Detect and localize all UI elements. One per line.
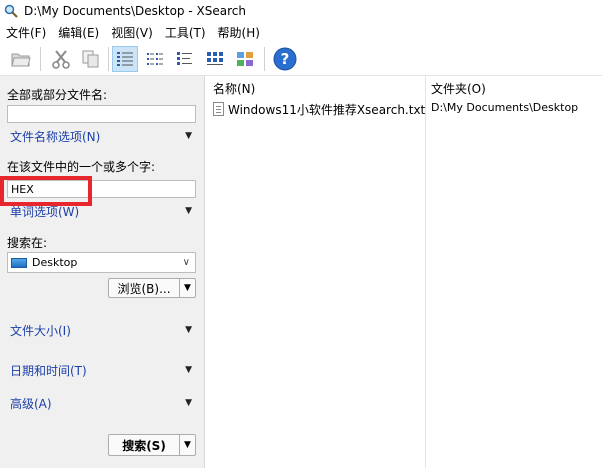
large-icons-view-icon[interactable] bbox=[202, 46, 228, 72]
column-header-folder[interactable]: 文件夹(O) bbox=[431, 80, 486, 97]
menu-view[interactable]: 视图(V) bbox=[105, 24, 159, 41]
filename-options-toggle[interactable]: 文件名称选项(N) ▼ bbox=[10, 127, 192, 145]
toolbar-separator bbox=[264, 47, 265, 71]
search-panel: 全部或部分文件名: 文件名称选项(N) ▼ 在该文件中的一个或多个字: HEX … bbox=[0, 76, 205, 468]
advanced-label: 高级(A) bbox=[10, 396, 52, 411]
result-file-name: Windows11小软件推荐Xsearch.txt bbox=[228, 102, 426, 117]
copy-icon[interactable] bbox=[78, 46, 104, 72]
dropdown-arrow-icon[interactable]: ▼ bbox=[179, 435, 195, 455]
dropdown-arrow-icon: ▼ bbox=[185, 206, 192, 216]
menu-tools[interactable]: 工具(T) bbox=[159, 24, 212, 41]
search-in-select[interactable]: Desktop ∨ bbox=[7, 252, 196, 273]
browse-button-label: 浏览(B)... bbox=[117, 281, 171, 296]
cut-icon[interactable] bbox=[48, 46, 74, 72]
dropdown-arrow-icon[interactable]: ▼ bbox=[179, 279, 195, 297]
small-icons-view-icon[interactable] bbox=[172, 46, 198, 72]
menu-bar: 文件(F) 编辑(E) 视图(V) 工具(T) 帮助(H) bbox=[0, 22, 602, 42]
filename-input[interactable] bbox=[7, 105, 196, 123]
thumbnails-view-icon[interactable] bbox=[232, 46, 258, 72]
column-header-name[interactable]: 名称(N) bbox=[213, 80, 255, 97]
search-app-icon bbox=[4, 4, 18, 18]
search-in-value: Desktop bbox=[32, 256, 78, 269]
menu-edit[interactable]: 编辑(E) bbox=[52, 24, 105, 41]
desktop-icon bbox=[11, 257, 27, 268]
word-options-label: 单词选项(W) bbox=[10, 204, 80, 219]
dropdown-arrow-icon: ▼ bbox=[185, 398, 192, 408]
title-bar: D:\My Documents\Desktop - XSearch bbox=[0, 0, 602, 22]
word-options-toggle[interactable]: 单词选项(W) ▼ bbox=[10, 202, 192, 220]
column-divider bbox=[425, 76, 426, 468]
toolbar-separator bbox=[108, 47, 109, 71]
chevron-down-icon: ∨ bbox=[182, 257, 190, 268]
search-button-label: 搜索(S) bbox=[122, 438, 166, 453]
file-size-toggle[interactable]: 文件大小(I) ▼ bbox=[10, 321, 192, 339]
svg-text:?: ? bbox=[281, 50, 290, 68]
menu-file[interactable]: 文件(F) bbox=[0, 24, 52, 41]
content-label: 在该文件中的一个或多个字: bbox=[7, 160, 156, 174]
help-icon[interactable]: ? bbox=[272, 46, 298, 72]
text-file-icon bbox=[213, 102, 224, 116]
dropdown-arrow-icon: ▼ bbox=[185, 131, 192, 141]
toolbar: ? bbox=[0, 42, 602, 76]
browse-button[interactable]: 浏览(B)... ▼ bbox=[108, 278, 196, 298]
search-in-label: 搜索在: bbox=[7, 236, 48, 250]
list-view-icon[interactable] bbox=[142, 46, 168, 72]
search-button[interactable]: 搜索(S) ▼ bbox=[108, 434, 196, 456]
file-size-label: 文件大小(I) bbox=[10, 323, 71, 338]
toolbar-separator bbox=[40, 47, 41, 71]
dropdown-arrow-icon: ▼ bbox=[185, 325, 192, 335]
dropdown-arrow-icon: ▼ bbox=[185, 365, 192, 375]
date-time-label: 日期和时间(T) bbox=[10, 363, 87, 378]
filename-options-label: 文件名称选项(N) bbox=[10, 129, 101, 144]
window-title: D:\My Documents\Desktop - XSearch bbox=[24, 4, 246, 18]
date-time-toggle[interactable]: 日期和时间(T) ▼ bbox=[10, 361, 192, 379]
filename-label: 全部或部分文件名: bbox=[7, 88, 108, 102]
details-view-icon[interactable] bbox=[112, 46, 138, 72]
result-folder: D:\My Documents\Desktop bbox=[431, 101, 579, 114]
advanced-toggle[interactable]: 高级(A) ▼ bbox=[10, 394, 192, 412]
result-row[interactable]: Windows11小软件推荐Xsearch.txt bbox=[213, 100, 425, 118]
open-folder-icon[interactable] bbox=[8, 46, 34, 72]
menu-help[interactable]: 帮助(H) bbox=[212, 24, 266, 41]
